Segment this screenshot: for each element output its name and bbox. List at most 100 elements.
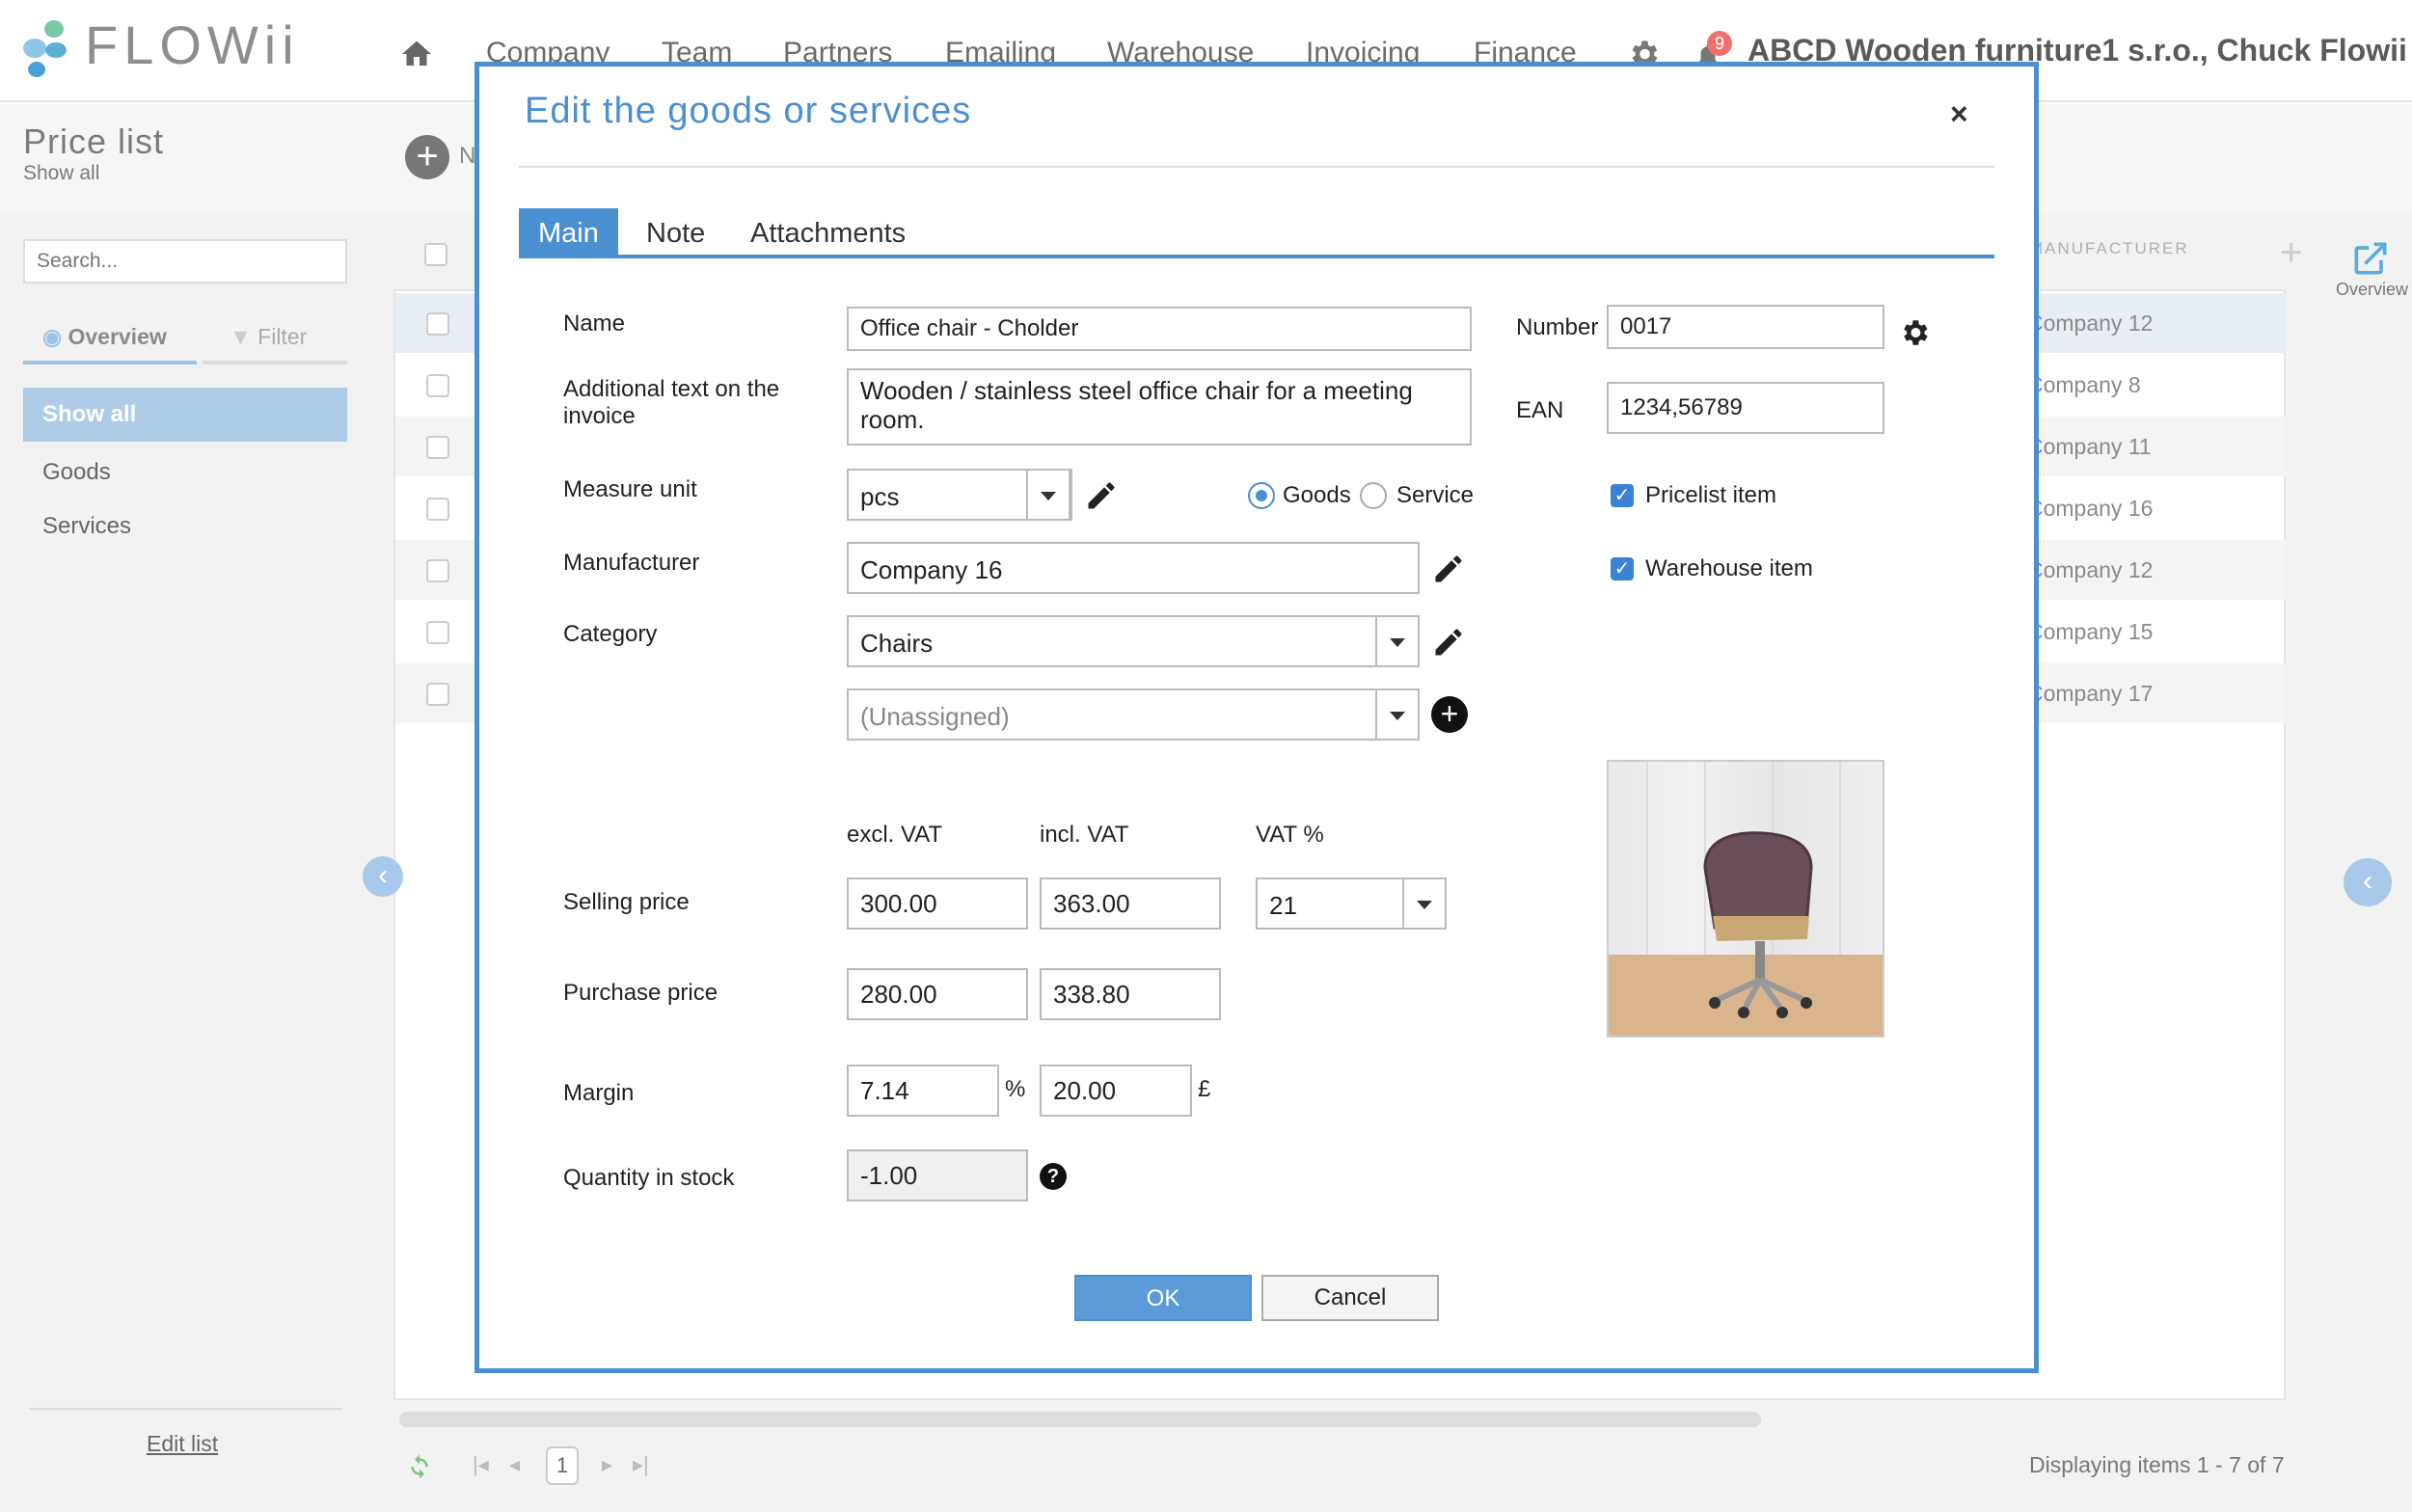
subcategory-dropdown-button[interactable] <box>1375 688 1420 741</box>
vat-percent-header: VAT % <box>1256 822 1324 848</box>
sidebar-item-show-all[interactable]: Show all <box>23 388 347 442</box>
number-label: Number <box>1516 314 1599 340</box>
edit-category-pencil-icon[interactable] <box>1431 625 1466 660</box>
home-icon[interactable] <box>399 37 434 71</box>
collapse-left-icon[interactable]: ‹ <box>363 856 403 897</box>
logo-text[interactable]: FLOWii <box>85 14 300 76</box>
row-checkbox[interactable] <box>426 498 449 521</box>
row-checkbox[interactable] <box>426 621 449 644</box>
ean-field[interactable] <box>1607 382 1884 434</box>
name-field[interactable] <box>847 307 1472 351</box>
manufacturer-cell: Company 12 <box>2027 557 2154 582</box>
margin-amount-field[interactable] <box>1040 1065 1192 1117</box>
row-checkbox[interactable] <box>426 312 449 336</box>
pricelist-item-checkbox[interactable]: ✓ <box>1611 484 1634 507</box>
excl-vat-header: excl. VAT <box>847 822 943 848</box>
measure-unit-dropdown-button[interactable] <box>1026 469 1070 521</box>
page-number[interactable]: 1 <box>546 1446 579 1485</box>
edit-measure-unit-pencil-icon[interactable] <box>1084 478 1119 513</box>
dialog-title: Edit the goods or services <box>525 91 972 131</box>
external-link-icon[interactable] <box>2349 237 2392 280</box>
logo-icon[interactable] <box>21 17 75 79</box>
page-title: Price list <box>23 122 165 161</box>
select-all-checkbox[interactable] <box>424 243 447 266</box>
filter-icon: ▼ <box>230 324 252 349</box>
chevron-down-icon <box>1417 901 1432 909</box>
selling-price-label: Selling price <box>563 889 690 915</box>
row-checkbox[interactable] <box>426 683 449 706</box>
collapse-right-icon[interactable]: ‹ <box>2344 858 2392 906</box>
category-select[interactable]: Chairs <box>847 615 1420 667</box>
chevron-down-icon <box>1390 638 1405 647</box>
goods-radio-label[interactable]: Goods <box>1283 482 1351 509</box>
purchase-price-label: Purchase price <box>563 980 718 1006</box>
purchase-price-excl-field[interactable] <box>847 968 1028 1020</box>
service-radio-label[interactable]: Service <box>1396 482 1474 509</box>
pricelist-item-label[interactable]: Pricelist item <box>1645 482 1776 509</box>
vat-dropdown-button[interactable] <box>1402 878 1447 930</box>
add-category-plus-icon[interactable]: + <box>1431 696 1468 733</box>
purchase-price-incl-field[interactable] <box>1040 968 1221 1020</box>
add-column-icon[interactable]: + <box>2280 231 2302 275</box>
edit-manufacturer-pencil-icon[interactable] <box>1431 552 1466 586</box>
close-icon[interactable]: × <box>1950 96 1968 132</box>
manufacturer-column-header[interactable]: MANUFACTURER <box>2029 239 2189 258</box>
first-page-icon[interactable]: |◂ <box>473 1452 489 1477</box>
prev-page-icon[interactable]: ◂ <box>509 1452 520 1477</box>
manufacturer-cell: Company 17 <box>2027 681 2154 706</box>
next-page-icon[interactable]: ▸ <box>602 1452 612 1477</box>
ok-button[interactable]: OK <box>1074 1275 1252 1321</box>
product-image[interactable] <box>1607 760 1884 1038</box>
name-label: Name <box>563 310 626 337</box>
cancel-button[interactable]: Cancel <box>1261 1275 1439 1321</box>
warehouse-item-checkbox[interactable]: ✓ <box>1611 557 1634 580</box>
manufacturer-field[interactable]: Company 16 <box>847 542 1420 594</box>
overview-panel-label[interactable]: Overview <box>2336 280 2408 300</box>
selling-price-excl-field[interactable] <box>847 878 1028 930</box>
warehouse-item-label[interactable]: Warehouse item <box>1645 555 1813 582</box>
goods-radio[interactable] <box>1248 482 1275 509</box>
chevron-down-icon <box>1390 712 1405 720</box>
number-settings-gear-icon[interactable] <box>1898 316 1931 349</box>
tab-attachments[interactable]: Attachments <box>731 208 925 256</box>
horizontal-scrollbar[interactable] <box>399 1412 1761 1427</box>
number-field[interactable] <box>1607 305 1884 349</box>
row-checkbox[interactable] <box>426 559 449 582</box>
notification-badge: 9 <box>1707 31 1732 56</box>
ean-label: EAN <box>1516 397 1564 423</box>
help-question-icon[interactable]: ? <box>1040 1163 1067 1190</box>
sidebar-item-services[interactable]: Services <box>23 500 347 554</box>
edit-list-link[interactable]: Edit list <box>147 1431 218 1457</box>
tab-overview-label: Overview <box>68 324 167 349</box>
row-checkbox[interactable] <box>426 436 449 459</box>
tab-filter-label: Filter <box>257 324 308 349</box>
tab-filter[interactable]: ▼ Filter <box>203 318 347 364</box>
tab-note[interactable]: Note <box>627 208 724 256</box>
additional-text-field[interactable]: Wooden / stainless steel office chair fo… <box>847 368 1472 446</box>
manufacturer-cell: Company 11 <box>2027 434 2152 459</box>
category-value: Chairs <box>860 629 934 658</box>
selling-price-incl-field[interactable] <box>1040 878 1221 930</box>
add-new-label[interactable]: N <box>459 143 475 170</box>
percent-sign: % <box>1005 1076 1026 1102</box>
measure-unit-value: pcs <box>860 482 900 511</box>
service-radio[interactable] <box>1360 482 1387 509</box>
manufacturer-cell: Company 8 <box>2027 372 2141 397</box>
tab-main[interactable]: Main <box>519 208 618 256</box>
sidebar-item-goods[interactable]: Goods <box>23 446 347 500</box>
refresh-icon[interactable] <box>405 1452 434 1481</box>
manufacturer-cell: Company 15 <box>2027 619 2154 644</box>
add-new-button[interactable]: + <box>405 135 449 179</box>
tab-overview[interactable]: ◉ Overview <box>23 318 197 364</box>
margin-label: Margin <box>563 1080 635 1106</box>
vat-select[interactable]: 21 <box>1256 878 1406 930</box>
subcategory-select[interactable]: (Unassigned) <box>847 688 1420 741</box>
last-page-icon[interactable]: ▸| <box>633 1452 649 1477</box>
margin-percent-field[interactable] <box>847 1065 999 1117</box>
quantity-in-stock-label: Quantity in stock <box>563 1165 735 1191</box>
search-input[interactable] <box>23 239 347 284</box>
dialog-divider <box>519 166 1994 168</box>
sidebar-divider <box>29 1408 341 1410</box>
row-checkbox[interactable] <box>426 374 449 397</box>
category-dropdown-button[interactable] <box>1375 615 1420 667</box>
